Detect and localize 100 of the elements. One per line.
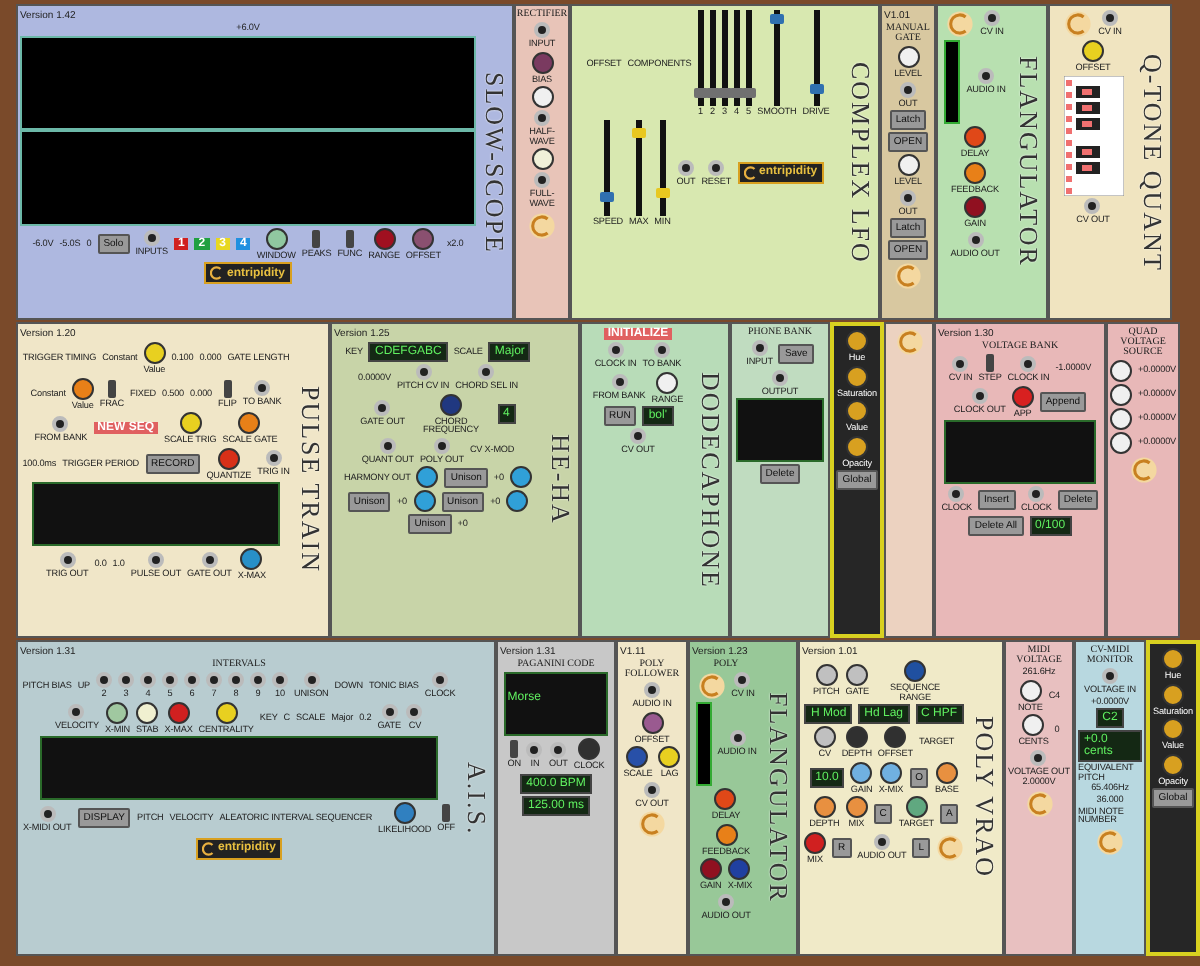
knob[interactable] — [1162, 718, 1184, 741]
toggle-switch[interactable] — [345, 229, 354, 248]
slider-handle[interactable] — [631, 127, 646, 138]
knob[interactable] — [265, 227, 288, 250]
toggle-switch[interactable] — [442, 804, 451, 823]
knob[interactable] — [850, 761, 873, 784]
knob[interactable] — [897, 46, 919, 68]
knob[interactable] — [167, 701, 190, 724]
jack-socket[interactable] — [147, 551, 164, 568]
jack-socket[interactable] — [534, 110, 550, 127]
knob[interactable] — [963, 126, 986, 148]
knob[interactable] — [964, 161, 986, 184]
knob[interactable] — [904, 660, 927, 682]
jack-socket[interactable] — [629, 428, 646, 445]
knob[interactable] — [1110, 408, 1132, 430]
knob[interactable] — [217, 447, 240, 470]
knob[interactable] — [531, 148, 553, 171]
knob[interactable] — [728, 858, 751, 881]
toggle-switch[interactable] — [510, 740, 519, 758]
jack-socket[interactable] — [873, 834, 890, 851]
knob[interactable] — [626, 746, 649, 769]
slider-handle[interactable] — [600, 192, 615, 203]
jack-socket[interactable] — [1020, 355, 1037, 371]
slider-handle[interactable] — [769, 14, 784, 25]
knob[interactable] — [179, 412, 202, 435]
jack-socket[interactable] — [265, 450, 282, 467]
jack-socket[interactable] — [254, 380, 271, 397]
knob[interactable] — [1110, 360, 1132, 382]
jack-socket[interactable] — [1030, 749, 1047, 766]
knob[interactable] — [71, 377, 94, 400]
jack-socket[interactable] — [39, 805, 56, 822]
knob[interactable] — [1161, 683, 1184, 706]
jack-socket[interactable] — [978, 68, 994, 85]
knob[interactable] — [143, 342, 166, 364]
knob[interactable] — [846, 330, 868, 352]
jack-socket[interactable] — [1101, 668, 1118, 684]
knob[interactable] — [845, 365, 868, 388]
knob[interactable] — [1082, 40, 1104, 62]
knob[interactable] — [964, 196, 986, 219]
jack-socket[interactable] — [1084, 197, 1101, 214]
knob[interactable] — [846, 400, 868, 423]
jack-socket[interactable] — [433, 437, 450, 454]
jack-socket[interactable] — [534, 172, 550, 189]
knob[interactable] — [440, 393, 462, 416]
jack-socket[interactable] — [52, 415, 69, 432]
knob[interactable] — [1162, 753, 1184, 776]
jack-socket[interactable] — [967, 231, 983, 248]
knob[interactable] — [656, 371, 679, 394]
knob[interactable] — [845, 796, 868, 819]
knob[interactable] — [1110, 432, 1132, 454]
knob[interactable] — [905, 796, 928, 819]
toggle-switch[interactable] — [985, 354, 994, 372]
jack-socket[interactable] — [1028, 486, 1045, 503]
toggle-switch[interactable] — [312, 229, 321, 248]
slider-handle[interactable] — [809, 83, 823, 94]
knob[interactable] — [531, 51, 553, 74]
knob[interactable] — [1011, 385, 1034, 408]
knob[interactable] — [884, 726, 907, 749]
jack-socket[interactable] — [900, 81, 916, 98]
knob[interactable] — [658, 746, 681, 769]
knob[interactable] — [879, 761, 902, 784]
knob[interactable] — [1110, 384, 1132, 406]
jack-socket[interactable] — [718, 893, 734, 910]
jack-socket[interactable] — [948, 486, 965, 503]
knob[interactable] — [416, 466, 439, 489]
jack-socket[interactable] — [374, 400, 391, 417]
slider-handle[interactable] — [741, 87, 756, 98]
jack-socket[interactable] — [379, 437, 396, 454]
knob[interactable] — [1022, 714, 1045, 737]
knob[interactable] — [531, 86, 553, 109]
knob[interactable] — [215, 701, 238, 724]
knob[interactable] — [509, 466, 532, 489]
toggle-switch[interactable] — [223, 379, 232, 398]
knob[interactable] — [240, 548, 263, 571]
knob[interactable] — [714, 788, 737, 810]
jack-socket[interactable] — [729, 730, 745, 747]
knob[interactable] — [393, 802, 416, 825]
jack-socket[interactable] — [143, 230, 160, 247]
jack-socket[interactable] — [734, 672, 751, 689]
knob[interactable] — [413, 490, 435, 513]
jack-socket[interactable] — [644, 682, 660, 698]
knob[interactable] — [846, 435, 868, 458]
slider-handle[interactable] — [693, 87, 708, 98]
jack-socket[interactable] — [900, 189, 916, 206]
knob[interactable] — [412, 227, 435, 250]
jack-socket[interactable] — [643, 781, 660, 798]
knob[interactable] — [897, 154, 919, 177]
knob[interactable] — [815, 664, 838, 687]
knob[interactable] — [373, 227, 395, 250]
knob[interactable] — [106, 701, 129, 724]
knob[interactable] — [578, 738, 601, 760]
knob[interactable] — [506, 490, 529, 513]
knob[interactable] — [846, 664, 869, 687]
knob[interactable] — [813, 796, 836, 819]
jack-socket[interactable] — [201, 551, 218, 568]
jack-socket[interactable] — [533, 22, 550, 38]
knob[interactable] — [715, 823, 737, 846]
knob[interactable] — [845, 726, 868, 749]
jack-socket[interactable] — [653, 342, 670, 358]
jack-socket[interactable] — [59, 551, 76, 568]
